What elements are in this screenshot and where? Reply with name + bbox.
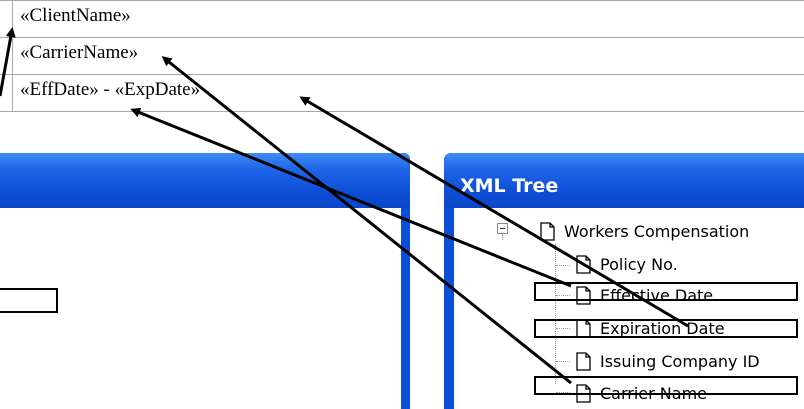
tree-connector bbox=[556, 265, 570, 267]
table-row: «EffDate» - «ExpDate» bbox=[0, 74, 804, 112]
left-window bbox=[0, 153, 410, 409]
document-icon bbox=[540, 221, 555, 241]
client-name-field[interactable]: «ClientName» bbox=[20, 5, 131, 27]
tree-connector bbox=[502, 234, 504, 240]
tree-node-label: Workers Compensation bbox=[564, 221, 750, 241]
xml-tree-titlebar[interactable]: XML Tree bbox=[444, 153, 804, 208]
tree-node-label: Issuing Company ID bbox=[600, 351, 760, 371]
tree-node-root[interactable]: Workers Compensation bbox=[540, 218, 749, 244]
carrier-name-field[interactable]: «CarrierName» bbox=[20, 42, 138, 64]
document-field-table: «ClientName» «CarrierName» «EffDate» - «… bbox=[0, 0, 804, 112]
xml-tree-title: XML Tree bbox=[460, 175, 559, 197]
tree-node-policy-no[interactable]: Policy No. bbox=[576, 251, 678, 277]
table-column-divider bbox=[12, 0, 13, 112]
date-range-field[interactable]: «EffDate» - «ExpDate» bbox=[20, 79, 200, 101]
table-row: «ClientName» bbox=[0, 0, 804, 37]
document-icon bbox=[576, 254, 591, 274]
tree-node-label: Policy No. bbox=[600, 254, 678, 274]
table-row: «CarrierName» bbox=[0, 37, 804, 74]
highlight-expiration-date bbox=[534, 319, 798, 338]
highlight-effective-date bbox=[534, 282, 798, 301]
collapse-icon[interactable] bbox=[497, 223, 508, 234]
left-window-body bbox=[0, 208, 401, 409]
highlight-carrier-name bbox=[534, 376, 798, 395]
mapped-field-box[interactable] bbox=[0, 288, 58, 313]
tree-connector bbox=[556, 361, 570, 363]
left-window-titlebar[interactable] bbox=[0, 153, 410, 208]
tree-node-issuing-company-id[interactable]: Issuing Company ID bbox=[576, 348, 760, 374]
document-icon bbox=[576, 351, 591, 371]
